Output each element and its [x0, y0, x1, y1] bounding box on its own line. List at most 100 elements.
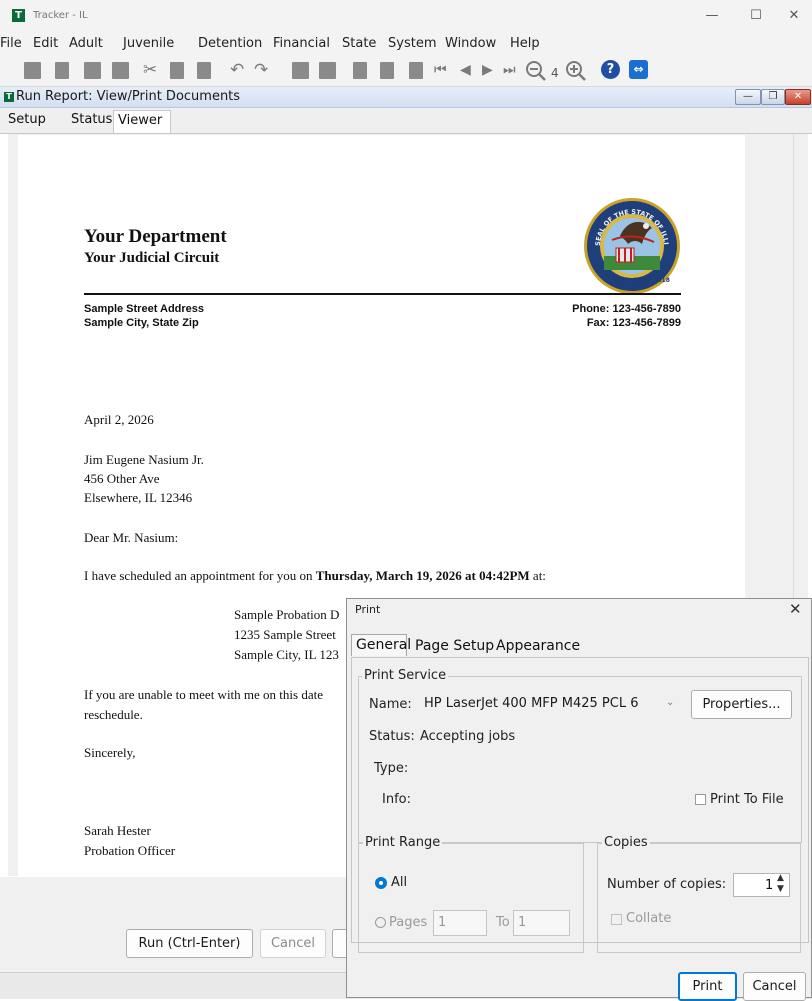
chevron-down-icon: ⌄ [666, 697, 675, 708]
menu-edit[interactable]: Edit [33, 36, 58, 51]
address-line-1: Sample Street Address [84, 303, 205, 315]
maximize-button[interactable]: ☐ [738, 6, 774, 26]
zoom-out-icon[interactable] [525, 60, 547, 82]
add-row-icon[interactable] [292, 62, 309, 79]
print-cancel-button[interactable]: Cancel [743, 972, 806, 1001]
menu-system[interactable]: System [388, 36, 436, 51]
inner-close-button[interactable]: ✕ [785, 89, 811, 105]
inner-window-icon: T [4, 92, 14, 102]
inner-restore-button[interactable]: ❐ [761, 89, 785, 105]
signer-title: Probation Officer [84, 843, 176, 858]
print-range-legend: Print Range [363, 835, 443, 850]
copies-value: 1 [765, 878, 774, 893]
menu-file[interactable]: File [0, 36, 22, 51]
pages-to-field[interactable]: 1 [513, 910, 570, 936]
fax-number: Fax: 123-456-7899 [586, 317, 681, 329]
department-name: Your Department [84, 226, 227, 247]
nav-prev-icon[interactable]: ◀ [460, 60, 471, 80]
tab-setup[interactable]: Setup [8, 112, 46, 127]
remove-row-icon[interactable] [319, 62, 336, 79]
print-tab-appearance[interactable]: Appearance [496, 638, 580, 654]
save-icon[interactable] [24, 62, 41, 79]
nav-first-icon[interactable]: ⏮ [434, 60, 447, 80]
menu-juvenile[interactable]: Juvenile [123, 36, 174, 51]
copy-icon[interactable] [170, 62, 184, 79]
new-record-icon[interactable] [84, 62, 101, 79]
print-to-file-checkbox[interactable] [695, 794, 706, 805]
copies-stepper[interactable]: 1 ▲ ▼ [733, 873, 790, 897]
toolbar-doc2-icon[interactable] [380, 62, 394, 79]
salutation: Dear Mr. Nasium: [84, 530, 179, 545]
printer-type-label: Type: [374, 761, 409, 776]
toolbar-doc-icon[interactable] [353, 62, 367, 79]
copies-legend: Copies [602, 835, 650, 850]
nav-last-icon[interactable]: ⏭ [503, 60, 516, 80]
signer-name: Sarah Hester [84, 823, 151, 838]
pages-from-field[interactable]: 1 [433, 910, 487, 936]
seal-date-text: AUG. 26TH 1818 [615, 277, 670, 284]
inner-window-title: Run Report: View/Print Documents [16, 89, 241, 104]
recipient-name: Jim Eugene Nasium Jr. [84, 452, 204, 467]
menu-detention[interactable]: Detention [198, 36, 262, 51]
collate-checkbox[interactable] [611, 914, 622, 925]
stepper-down-icon[interactable]: ▼ [777, 884, 784, 894]
zoom-level: 4 [551, 66, 559, 80]
appointment-datetime: Thursday, March 19, 2026 at 04:42PM [315, 568, 530, 583]
appointment-text-suffix: at: [529, 568, 546, 583]
cancel-run-button[interactable]: Cancel [260, 929, 326, 958]
inner-minimize-button[interactable]: — [735, 89, 761, 105]
minimize-button[interactable]: — [694, 6, 730, 26]
printer-select[interactable]: HP LaserJet 400 MFP M425 PCL 6 ⌄ [418, 690, 682, 718]
close-window-button[interactable]: ✕ [776, 6, 812, 26]
letterhead-rule [84, 293, 681, 295]
printer-status-value: Accepting jobs [420, 729, 516, 744]
menu-help[interactable]: Help [510, 36, 540, 51]
range-pages-label[interactable]: Pages [389, 915, 427, 930]
undo-icon[interactable]: ↶ [230, 60, 244, 80]
menu-state[interactable]: State [342, 36, 376, 51]
print-tab-general[interactable]: General [351, 634, 411, 656]
print-button[interactable]: Print [678, 972, 737, 1001]
appointment-text-prefix: I have scheduled an appointment for you … [84, 568, 316, 583]
letter-date: April 2, 2026 [84, 412, 154, 427]
illinois-seal-icon: SEAL OF THE STATE OF ILLINOIS AUG. 26TH … [582, 196, 680, 294]
print-dialog-close-button[interactable]: ✕ [789, 600, 802, 618]
menu-financial[interactable]: Financial [273, 36, 330, 51]
unable-text-line-2: reschedule. [84, 707, 143, 722]
print-tab-page-setup[interactable]: Page Setup [415, 638, 494, 654]
copies-group [597, 843, 801, 953]
tab-status[interactable]: Status [71, 112, 112, 127]
address-line-2: Sample City, State Zip [84, 317, 199, 329]
range-pages-radio[interactable] [375, 917, 386, 928]
closing: Sincerely, [84, 745, 136, 760]
zoom-in-icon[interactable] [565, 60, 587, 82]
help-icon[interactable]: ? [601, 60, 620, 79]
printer-properties-button[interactable]: Properties... [691, 690, 792, 719]
range-all-label[interactable]: All [391, 875, 407, 890]
appointment-sentence: I have scheduled an appointment for you … [84, 568, 546, 584]
form-icon[interactable] [112, 62, 129, 79]
redo-icon[interactable]: ↷ [254, 60, 268, 80]
printer-name-label: Name: [369, 697, 412, 712]
recipient-street: 456 Other Ave [84, 471, 160, 486]
menu-window[interactable]: Window [445, 36, 496, 51]
unable-text-line-1: If you are unable to meet with me on thi… [84, 687, 323, 702]
run-button[interactable]: Run (Ctrl-Enter) [126, 929, 253, 958]
toolbar-filter-icon[interactable] [409, 62, 423, 79]
delete-icon[interactable] [55, 62, 69, 79]
nav-next-icon[interactable]: ▶ [482, 60, 493, 80]
remote-support-icon[interactable]: ⇔ [629, 60, 648, 79]
tab-viewer[interactable]: Viewer [113, 110, 171, 133]
menu-adult[interactable]: Adult [69, 36, 103, 51]
paste-icon[interactable] [197, 62, 211, 79]
print-service-legend: Print Service [362, 668, 449, 683]
cut-icon[interactable]: ✂ [143, 60, 157, 80]
collate-label[interactable]: Collate [626, 911, 671, 926]
location-line-1: Sample Probation D [234, 607, 340, 622]
range-all-radio[interactable] [375, 877, 387, 889]
phone-number: Phone: 123-456-7890 [572, 303, 681, 315]
app-logo-icon: T [12, 9, 25, 22]
stepper-up-icon[interactable]: ▲ [777, 873, 784, 883]
print-range-group [358, 843, 584, 953]
print-to-file-label[interactable]: Print To File [710, 792, 784, 807]
